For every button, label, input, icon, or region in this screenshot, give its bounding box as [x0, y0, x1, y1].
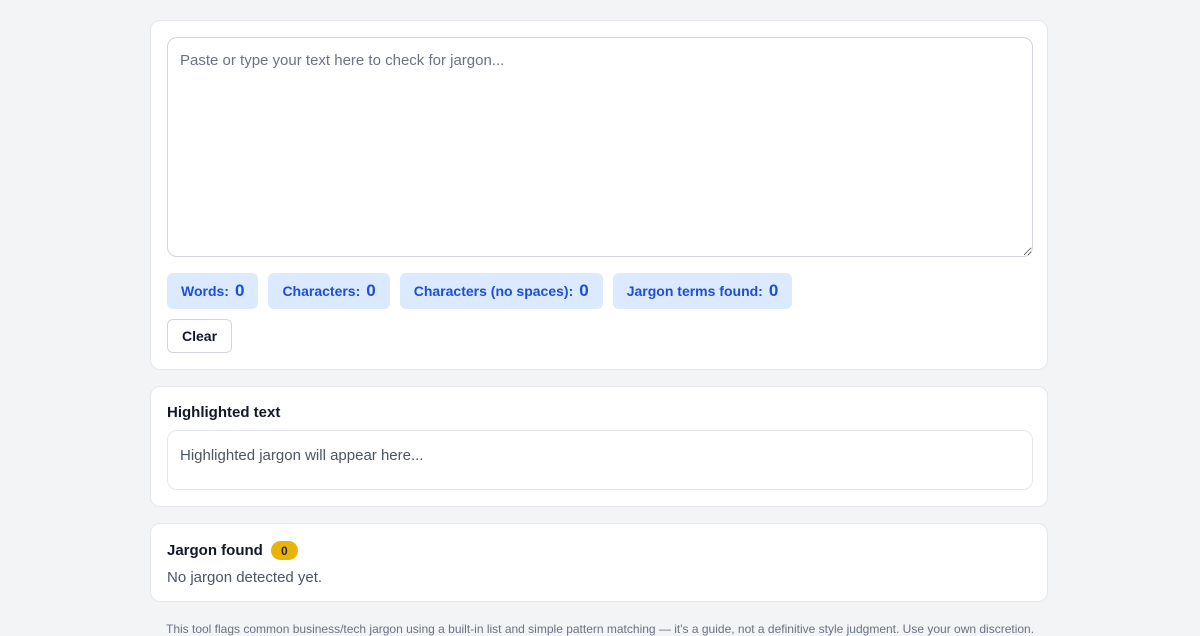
stat-value: 0: [579, 281, 589, 300]
stat-label: Words:: [181, 283, 229, 299]
input-card: Words: 0 Characters: 0 Characters (no sp…: [150, 20, 1048, 370]
stat-characters: Characters: 0: [268, 273, 390, 309]
stat-jargon-terms: Jargon terms found: 0: [612, 273, 793, 309]
footer-note: This tool flags common business/tech jar…: [166, 622, 1035, 636]
jargon-title-row: Jargon found 0: [167, 541, 298, 560]
highlight-placeholder: Highlighted jargon will appear here...: [180, 447, 424, 464]
stat-value: 0: [768, 281, 779, 300]
clear-button[interactable]: Clear: [167, 319, 233, 353]
stat-label: Characters:: [282, 283, 361, 299]
jargon-card: Jargon found 0 No jargon detected yet.: [150, 523, 1048, 602]
highlighted-text-output: Highlighted jargon will appear here...: [167, 430, 1033, 490]
stat-value: 0: [366, 281, 376, 300]
stats-bar: Words: 0 Characters: 0 Characters (no sp…: [167, 273, 793, 309]
text-input[interactable]: [167, 37, 1033, 257]
stat-label: Jargon terms found:: [626, 283, 763, 299]
stat-words: Words: 0: [167, 273, 259, 309]
stat-value: 0: [234, 281, 245, 300]
highlight-card: Highlighted text Highlighted jargon will…: [150, 386, 1048, 507]
jargon-empty-message: No jargon detected yet.: [167, 569, 323, 586]
stat-characters-no-spaces: Characters (no spaces): 0: [399, 273, 603, 309]
highlight-title: Highlighted text: [167, 404, 281, 421]
jargon-title: Jargon found: [167, 542, 263, 559]
stat-label: Characters (no spaces):: [413, 283, 574, 299]
jargon-count-badge: 0: [270, 541, 298, 560]
